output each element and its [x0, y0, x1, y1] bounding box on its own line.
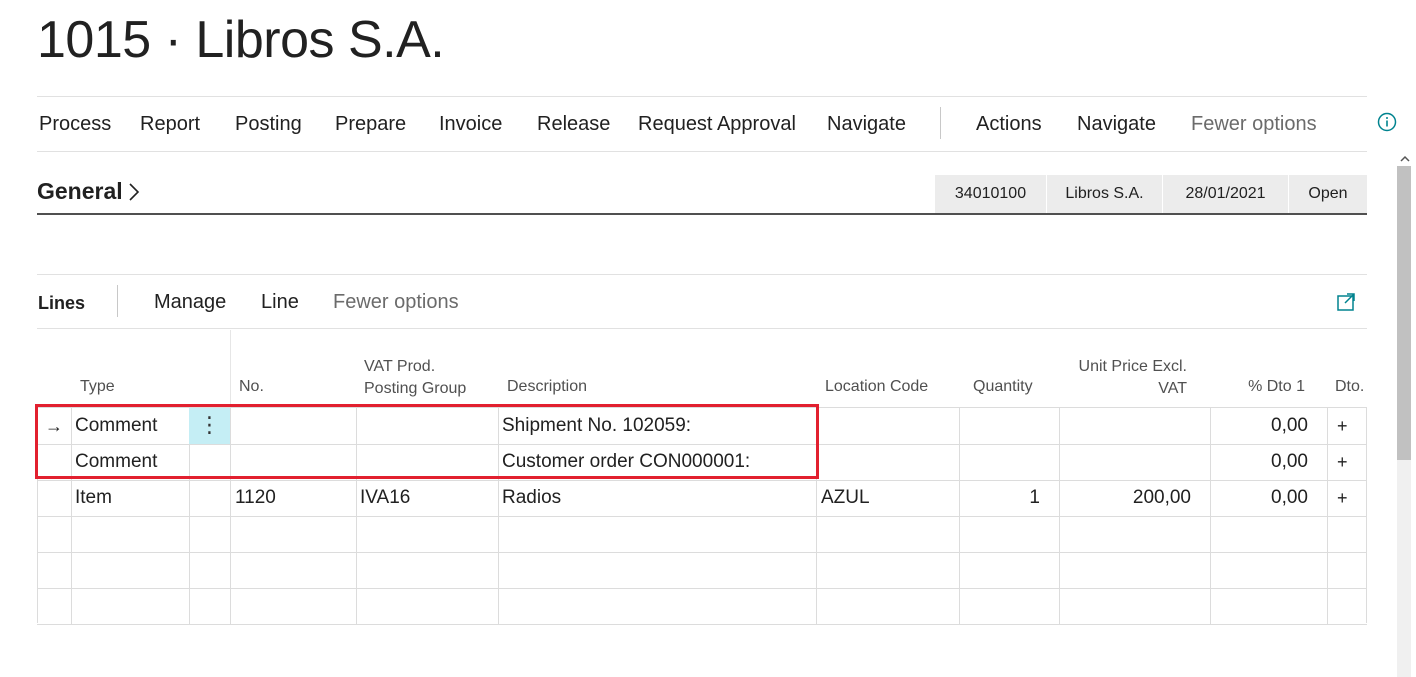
action-fewer-options[interactable]: Fewer options	[1191, 113, 1317, 136]
cell-quantity[interactable]	[960, 444, 1040, 480]
column-header-no[interactable]: No.	[239, 376, 264, 397]
column-header-description[interactable]: Description	[507, 376, 587, 397]
action-prepare[interactable]: Prepare	[335, 113, 406, 136]
column-header-unit-price-line2[interactable]: VAT	[1060, 378, 1187, 399]
lines-action-manage[interactable]: Manage	[154, 291, 226, 314]
action-navigate-2[interactable]: Navigate	[1077, 113, 1156, 136]
column-header-type[interactable]: Type	[80, 376, 115, 397]
summary-status: Open	[1289, 175, 1368, 213]
cell-quantity[interactable]	[960, 408, 1040, 444]
table-row-empty[interactable]	[37, 552, 1367, 589]
cell-unit-price[interactable]	[1060, 444, 1191, 480]
cell-dto[interactable]: +	[1337, 444, 1348, 480]
summary-customer: Libros S.A.	[1047, 175, 1163, 213]
expand-icon[interactable]	[1336, 292, 1356, 312]
action-process[interactable]: Process	[39, 113, 111, 136]
cell-unit-price[interactable]	[1060, 408, 1191, 444]
cell-location[interactable]: AZUL	[821, 480, 870, 516]
scrollbar-track-lower[interactable]	[1397, 460, 1411, 677]
lines-label[interactable]: Lines	[38, 293, 85, 314]
action-invoice[interactable]: Invoice	[439, 113, 502, 136]
chevron-right-icon	[129, 182, 139, 201]
column-header-quantity[interactable]: Quantity	[973, 376, 1033, 397]
action-request-approval[interactable]: Request Approval	[638, 113, 796, 136]
action-separator	[940, 107, 941, 139]
highlight-annotation-box	[35, 404, 819, 479]
cell-unit-price[interactable]: 200,00	[1060, 480, 1191, 516]
summary-date: 28/01/2021	[1163, 175, 1289, 213]
lines-bottom-divider	[37, 328, 1367, 329]
table-row-empty[interactable]	[37, 516, 1367, 553]
summary-number: 34010100	[935, 175, 1047, 213]
action-release[interactable]: Release	[537, 113, 610, 136]
general-section-header[interactable]: General	[37, 178, 141, 205]
action-report[interactable]: Report	[140, 113, 200, 136]
cell-dto[interactable]: +	[1337, 480, 1348, 516]
column-header-dto[interactable]: Dto.	[1335, 376, 1364, 397]
cell-discount[interactable]: 0,00	[1211, 444, 1308, 480]
cell-dto[interactable]: +	[1337, 408, 1348, 444]
table-row-empty[interactable]	[37, 588, 1367, 625]
cell-discount[interactable]: 0,00	[1211, 480, 1308, 516]
cell-discount[interactable]: 0,00	[1211, 408, 1308, 444]
cell-type[interactable]: Item	[75, 480, 112, 516]
cell-quantity[interactable]: 1	[960, 480, 1040, 516]
scrollbar-thumb[interactable]	[1397, 166, 1411, 460]
cell-no[interactable]: 1120	[235, 480, 276, 516]
general-summary: 34010100 Libros S.A. 28/01/2021 Open	[935, 175, 1368, 213]
lines-separator	[117, 285, 118, 317]
action-navigate[interactable]: Navigate	[827, 113, 906, 136]
column-header-vat-line1[interactable]: VAT Prod.	[364, 356, 435, 377]
general-underline	[37, 213, 1367, 215]
column-header-vat-line2[interactable]: Posting Group	[364, 378, 466, 399]
lines-top-divider	[37, 274, 1367, 275]
cell-vat[interactable]: IVA16	[360, 480, 410, 516]
column-header-location[interactable]: Location Code	[825, 376, 928, 397]
lines-action-line[interactable]: Line	[261, 291, 299, 314]
column-header-discount[interactable]: % Dto 1	[1210, 376, 1305, 397]
column-header-unit-price-line1[interactable]: Unit Price Excl.	[1060, 356, 1187, 377]
action-posting[interactable]: Posting	[235, 113, 302, 136]
cell-description[interactable]: Radios	[502, 480, 561, 516]
header-separator	[230, 330, 231, 408]
scroll-up-arrow-icon[interactable]	[1397, 152, 1413, 166]
lines-fewer-options[interactable]: Fewer options	[333, 291, 459, 314]
action-actions[interactable]: Actions	[976, 113, 1042, 136]
action-bar: Process Report Posting Prepare Invoice R…	[37, 96, 1367, 152]
page-title: 1015 · Libros S.A.	[37, 11, 445, 69]
table-row[interactable]: Item 1120 IVA16 Radios AZUL 1 200,00 0,0…	[37, 480, 1367, 517]
general-label: General	[37, 178, 123, 204]
info-icon[interactable]	[1377, 112, 1397, 132]
